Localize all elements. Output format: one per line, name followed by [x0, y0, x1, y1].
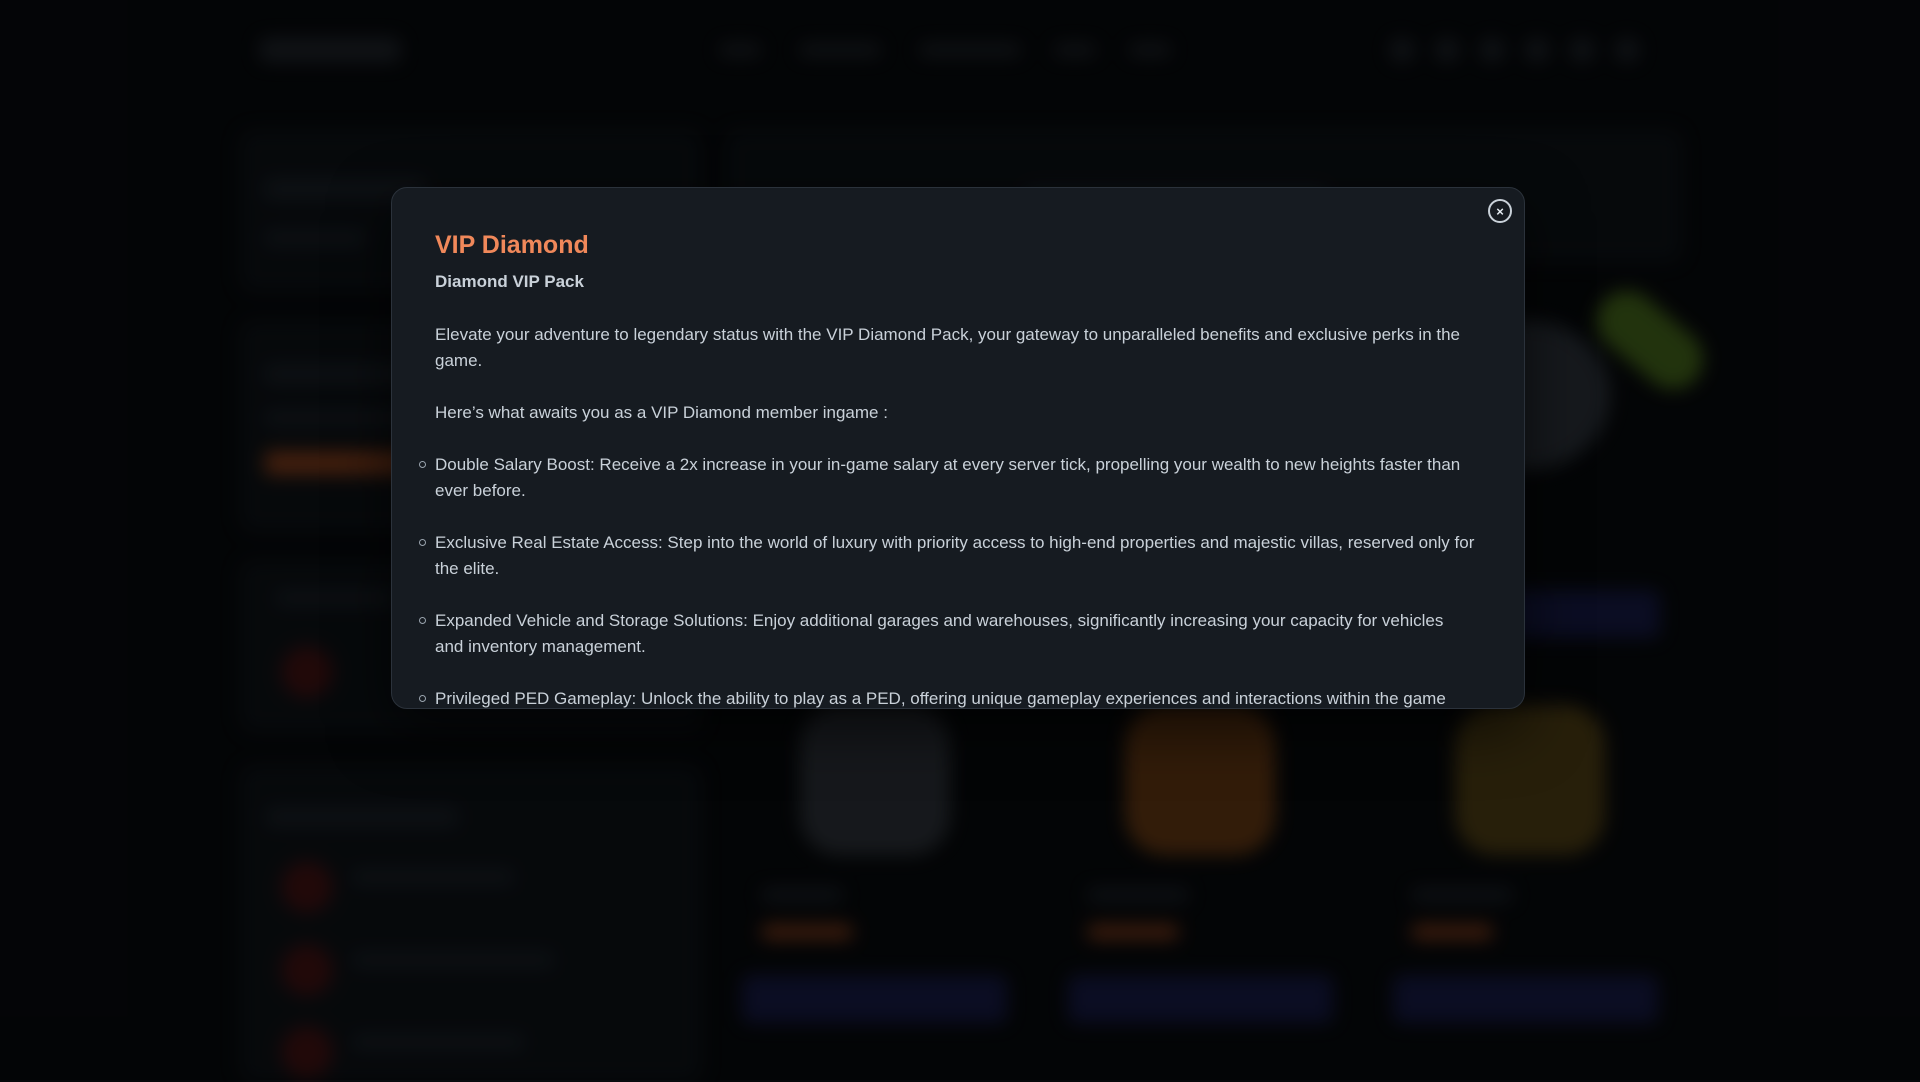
perk-item: Expanded Vehicle and Storage Solutions: …	[419, 608, 1475, 660]
circle-bullet-icon	[419, 461, 426, 468]
close-icon[interactable]: ×	[1488, 199, 1512, 223]
modal-subtitle: Diamond VIP Pack	[435, 272, 584, 291]
perk-item: Double Salary Boost: Receive a 2x increa…	[419, 452, 1475, 504]
modal-intro: Elevate your adventure to legendary stat…	[435, 325, 1461, 370]
perk-list: Double Salary Boost: Receive a 2x increa…	[419, 452, 1475, 708]
perk-text: Privileged PED Gameplay: Unlock the abil…	[435, 689, 1446, 708]
perk-item: Privileged PED Gameplay: Unlock the abil…	[419, 686, 1475, 708]
modal-title: VIP Diamond	[435, 231, 589, 259]
perk-text: Exclusive Real Estate Access: Step into …	[435, 533, 1475, 578]
perk-item: Exclusive Real Estate Access: Step into …	[419, 530, 1475, 582]
perk-text: Expanded Vehicle and Storage Solutions: …	[435, 611, 1444, 656]
circle-bullet-icon	[419, 695, 426, 702]
perk-text: Double Salary Boost: Receive a 2x increa…	[435, 455, 1461, 500]
circle-bullet-icon	[419, 539, 426, 546]
modal-content: VIP Diamond Diamond VIP Pack Elevate you…	[419, 228, 1475, 708]
vip-details-modal: × VIP Diamond Diamond VIP Pack Elevate y…	[391, 187, 1525, 709]
circle-bullet-icon	[419, 617, 426, 624]
modal-lead: Here’s what awaits you as a VIP Diamond …	[435, 403, 888, 422]
